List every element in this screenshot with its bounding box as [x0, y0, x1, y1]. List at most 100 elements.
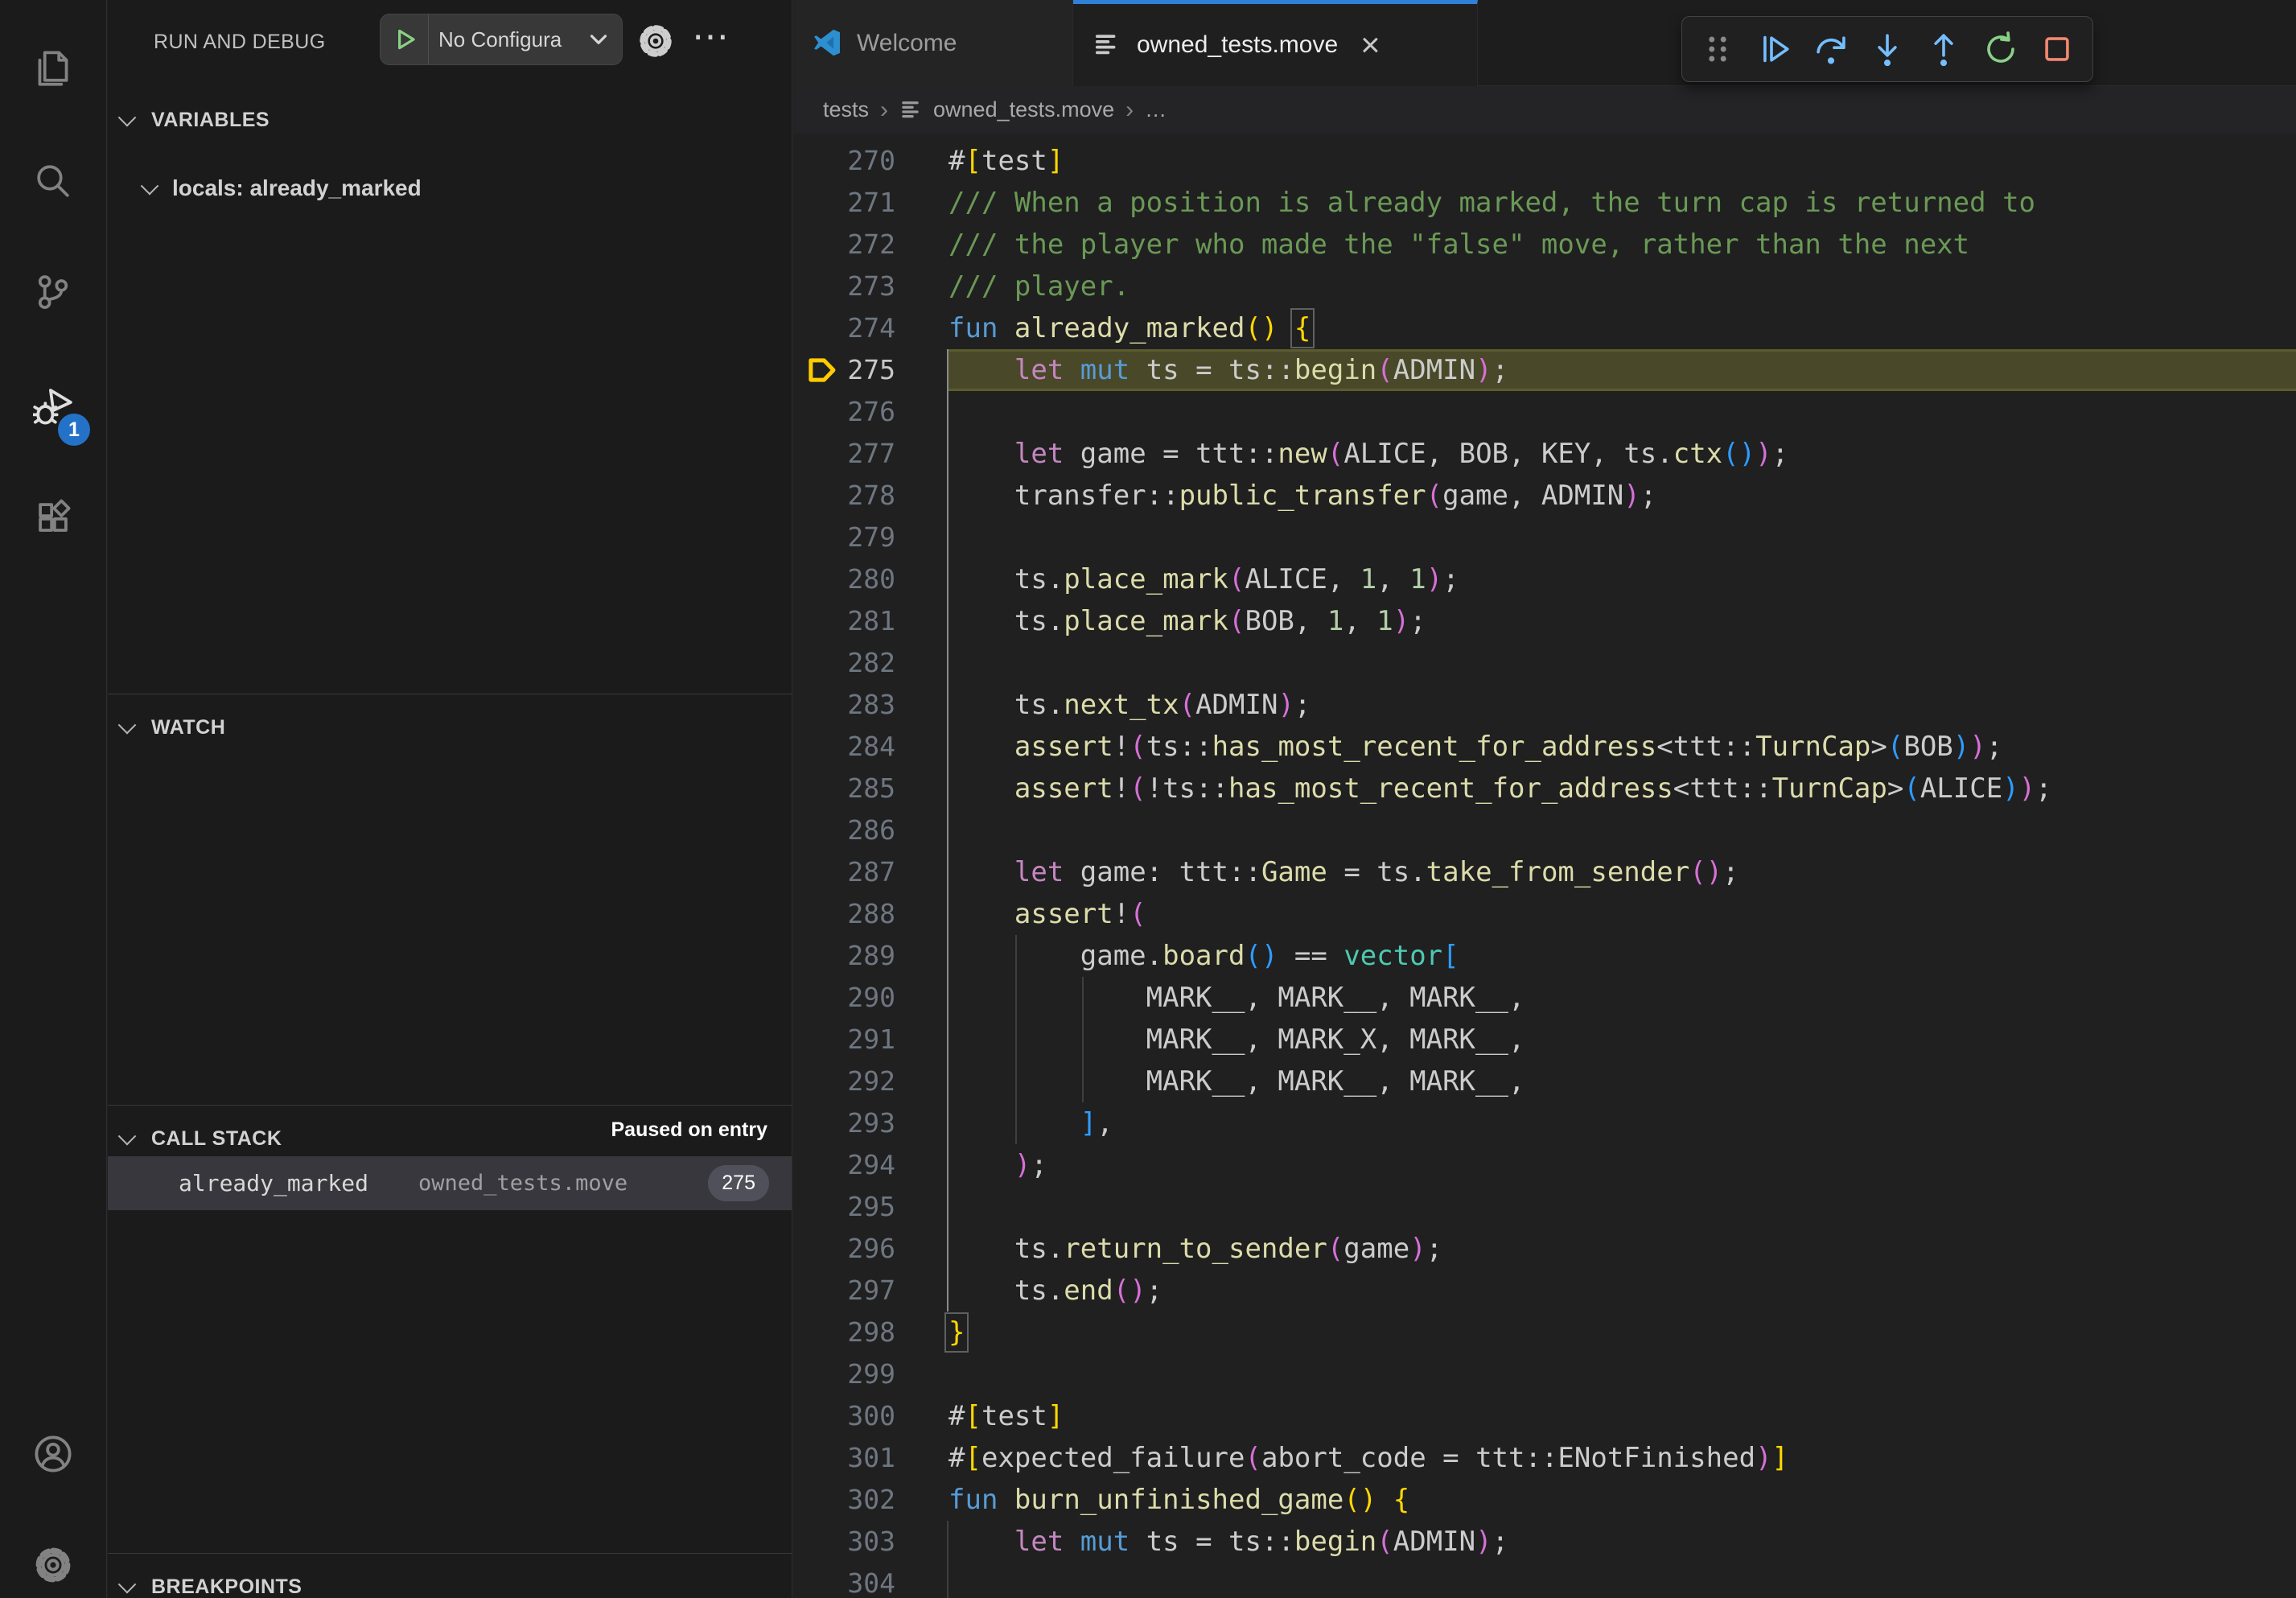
- breakpoint-gutter[interactable]: [793, 642, 846, 684]
- line-number[interactable]: 282: [846, 642, 895, 684]
- activity-bar-item-settings[interactable]: [0, 1521, 106, 1598]
- breakpoints-section-header[interactable]: BREAKPOINTS: [108, 1563, 792, 1598]
- step-over-button[interactable]: [1808, 27, 1854, 72]
- code-line-text[interactable]: ts.return_to_sender(game);: [948, 1228, 1442, 1270]
- line-number[interactable]: 294: [846, 1144, 895, 1186]
- code-line-text[interactable]: #[test]: [948, 1395, 1064, 1437]
- line-number[interactable]: 292: [846, 1061, 895, 1102]
- code-line-text[interactable]: ts.end();: [948, 1270, 1162, 1312]
- breakpoint-gutter[interactable]: [793, 851, 846, 893]
- breakpoint-gutter[interactable]: [793, 684, 846, 726]
- breakpoint-gutter[interactable]: [793, 307, 846, 349]
- breakpoint-gutter[interactable]: [793, 1353, 846, 1395]
- breakpoint-gutter[interactable]: [793, 1061, 846, 1102]
- line-number[interactable]: 285: [846, 768, 895, 809]
- line-number[interactable]: 279: [846, 517, 895, 558]
- code-line-text[interactable]: let mut ts = ts::begin(ADMIN);: [948, 1521, 1508, 1563]
- code-line-text[interactable]: /// the player who made the "false" move…: [948, 224, 1969, 266]
- breakpoint-gutter[interactable]: [793, 1563, 846, 1598]
- line-number[interactable]: 283: [846, 684, 895, 726]
- line-number[interactable]: 286: [846, 809, 895, 851]
- code-line-text[interactable]: transfer::public_transfer(game, ADMIN);: [948, 475, 1656, 517]
- breakpoint-gutter[interactable]: [793, 1019, 846, 1061]
- line-number[interactable]: 296: [846, 1228, 895, 1270]
- line-number[interactable]: 281: [846, 600, 895, 642]
- breakpoint-gutter[interactable]: [793, 517, 846, 558]
- code-line-text[interactable]: MARK__, MARK__, MARK__,: [948, 977, 1524, 1019]
- line-number[interactable]: 272: [846, 224, 895, 266]
- breakpoint-gutter[interactable]: [793, 349, 846, 391]
- code-line-text[interactable]: MARK__, MARK_X, MARK__,: [948, 1019, 1524, 1061]
- line-number[interactable]: 275: [846, 349, 895, 391]
- activity-bar-item-account[interactable]: [0, 1410, 106, 1498]
- line-number[interactable]: 271: [846, 182, 895, 224]
- line-number[interactable]: 303: [846, 1521, 895, 1563]
- watch-section-header[interactable]: WATCH: [108, 704, 792, 751]
- breakpoint-gutter[interactable]: [793, 1437, 846, 1479]
- line-number[interactable]: 295: [846, 1186, 895, 1228]
- code-line-text[interactable]: let mut ts = ts::begin(ADMIN);: [948, 349, 1508, 391]
- code-line-text[interactable]: MARK__, MARK__, MARK__,: [948, 1061, 1524, 1102]
- breakpoint-gutter[interactable]: [793, 1186, 846, 1228]
- code-line-text[interactable]: ts.place_mark(BOB, 1, 1);: [948, 600, 1426, 642]
- line-number[interactable]: 289: [846, 935, 895, 977]
- line-number[interactable]: 300: [846, 1395, 895, 1437]
- line-number[interactable]: 290: [846, 977, 895, 1019]
- debug-settings-gear-icon[interactable]: [637, 23, 674, 60]
- breadcrumb-item[interactable]: …: [1145, 97, 1167, 122]
- code-line-text[interactable]: /// player.: [948, 266, 1129, 307]
- code-editor[interactable]: 270 #[test] 271 /// When a position is alre…: [793, 134, 2296, 1598]
- code-line-text[interactable]: ],: [948, 1102, 1113, 1144]
- line-number[interactable]: 304: [846, 1563, 895, 1598]
- breakpoint-gutter[interactable]: [793, 1395, 846, 1437]
- breakpoint-gutter[interactable]: [793, 893, 846, 935]
- line-number[interactable]: 274: [846, 307, 895, 349]
- breakpoint-gutter[interactable]: [793, 1228, 846, 1270]
- code-line-text[interactable]: /// When a position is already marked, t…: [948, 182, 2035, 224]
- views-more-actions-icon[interactable]: ⋯: [692, 14, 730, 58]
- variables-section-header[interactable]: VARIABLES: [108, 97, 792, 143]
- launch-configuration-select[interactable]: No Configura: [380, 14, 623, 65]
- breakpoint-gutter[interactable]: [793, 1312, 846, 1353]
- breakpoint-gutter[interactable]: [793, 182, 846, 224]
- code-line-text[interactable]: fun burn_unfinished_game() {: [948, 1479, 1409, 1521]
- line-number[interactable]: 284: [846, 726, 895, 768]
- code-line-text[interactable]: let game = ttt::new(ALICE, BOB, KEY, ts.…: [948, 433, 1788, 475]
- start-debugging-icon[interactable]: [381, 14, 429, 64]
- code-line-text[interactable]: ts.place_mark(ALICE, 1, 1);: [948, 558, 1459, 600]
- activity-bar-item-explorer[interactable]: [0, 24, 106, 113]
- breakpoint-gutter[interactable]: [793, 1270, 846, 1312]
- line-number[interactable]: 270: [846, 140, 895, 182]
- code-line-text[interactable]: #[expected_failure(abort_code = ttt::ENo…: [948, 1437, 1788, 1479]
- line-number[interactable]: 278: [846, 475, 895, 517]
- code-line-text[interactable]: );: [948, 1144, 1047, 1186]
- line-number[interactable]: 297: [846, 1270, 895, 1312]
- step-into-button[interactable]: [1865, 27, 1910, 72]
- breakpoint-gutter[interactable]: [793, 935, 846, 977]
- line-number[interactable]: 276: [846, 391, 895, 433]
- line-number[interactable]: 299: [846, 1353, 895, 1395]
- line-number[interactable]: 298: [846, 1312, 895, 1353]
- breakpoint-gutter[interactable]: [793, 768, 846, 809]
- line-number[interactable]: 277: [846, 433, 895, 475]
- breakpoint-gutter[interactable]: [793, 1521, 846, 1563]
- breakpoint-gutter[interactable]: [793, 809, 846, 851]
- code-line-text[interactable]: assert!(!ts::has_most_recent_for_address…: [948, 768, 2052, 809]
- line-number[interactable]: 302: [846, 1479, 895, 1521]
- code-line-text[interactable]: game.board() == vector[: [948, 935, 1459, 977]
- line-number[interactable]: 293: [846, 1102, 895, 1144]
- breakpoint-gutter[interactable]: [793, 977, 846, 1019]
- breakpoint-gutter[interactable]: [793, 266, 846, 307]
- activity-bar-item-search[interactable]: [0, 137, 106, 225]
- code-line-text[interactable]: fun already_marked() {: [948, 307, 1311, 349]
- tab-owned-tests-move[interactable]: owned_tests.move×: [1073, 0, 1478, 86]
- breakpoint-gutter[interactable]: [793, 600, 846, 642]
- stop-button[interactable]: [2035, 27, 2080, 72]
- breakpoint-gutter[interactable]: [793, 1144, 846, 1186]
- activity-bar-item-run-and-debug[interactable]: 1: [0, 362, 106, 451]
- line-number[interactable]: 291: [846, 1019, 895, 1061]
- breakpoint-gutter[interactable]: [793, 726, 846, 768]
- breakpoint-gutter[interactable]: [793, 1102, 846, 1144]
- code-line-text[interactable]: assert!(ts::has_most_recent_for_address<…: [948, 726, 2002, 768]
- drag-handle-button[interactable]: [1695, 27, 1740, 72]
